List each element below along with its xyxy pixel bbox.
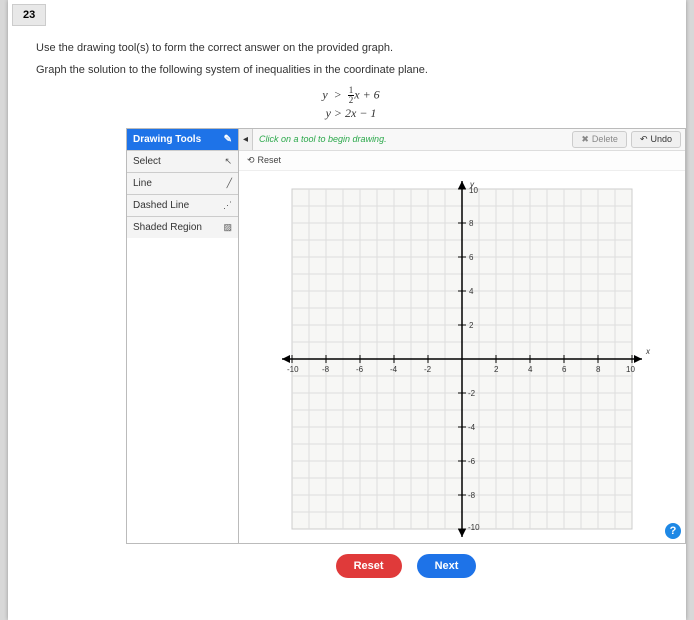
- tools-panel: Drawing Tools ✎ Select ↖ Line ╱ Dashed L…: [126, 128, 238, 544]
- line-icon: ╱: [227, 178, 232, 189]
- collapse-toggle[interactable]: ◂: [239, 129, 253, 150]
- tool-shaded-region[interactable]: Shaded Region ▨: [127, 216, 238, 238]
- reset-tool-button[interactable]: ⟲ Reset: [241, 153, 287, 168]
- reset-button[interactable]: Reset: [336, 554, 402, 578]
- undo-icon: ↶: [640, 134, 648, 145]
- svg-text:4: 4: [469, 287, 474, 296]
- tool-select[interactable]: Select ↖: [127, 150, 238, 172]
- svg-text:-8: -8: [322, 365, 330, 374]
- delete-button[interactable]: ✖ Delete: [572, 131, 627, 148]
- svg-text:2: 2: [494, 365, 499, 374]
- svg-text:6: 6: [469, 253, 474, 262]
- workspace: Drawing Tools ✎ Select ↖ Line ╱ Dashed L…: [126, 128, 686, 578]
- svg-text:-10: -10: [287, 365, 299, 374]
- instruction-1: Use the drawing tool(s) to form the corr…: [36, 42, 666, 54]
- svg-text:6: 6: [562, 365, 567, 374]
- pencil-icon: ✎: [224, 134, 232, 145]
- reset-icon: ⟲: [247, 155, 255, 166]
- select-icon: ↖: [224, 156, 232, 167]
- tool-line[interactable]: Line ╱: [127, 172, 238, 194]
- undo-button[interactable]: ↶ Undo: [631, 131, 681, 148]
- dashed-line-icon: ⋰: [223, 200, 232, 211]
- help-button[interactable]: ?: [665, 523, 681, 539]
- svg-text:2: 2: [469, 321, 474, 330]
- tools-header: Drawing Tools ✎: [127, 129, 238, 150]
- canvas-tip: Click on a tool to begin drawing.: [253, 134, 572, 144]
- svg-text:8: 8: [469, 219, 474, 228]
- x-axis-label: x: [645, 347, 651, 356]
- svg-text:8: 8: [596, 365, 601, 374]
- next-button[interactable]: Next: [417, 554, 477, 578]
- svg-text:-6: -6: [356, 365, 364, 374]
- svg-text:-4: -4: [390, 365, 398, 374]
- equation-1: y > 12x + 6: [36, 86, 666, 105]
- shaded-region-icon: ▨: [223, 222, 232, 233]
- equations-block: y > 12x + 6 y > 2x − 1: [36, 86, 666, 122]
- instruction-2: Graph the solution to the following syst…: [36, 64, 666, 76]
- coordinate-grid[interactable]: -10-8-6-4-2 246810 108642 -2-4-6-8-10 x …: [262, 179, 662, 539]
- svg-text:10: 10: [626, 365, 635, 374]
- tool-dashed-line[interactable]: Dashed Line ⋰: [127, 194, 238, 216]
- delete-icon: ✖: [581, 134, 589, 145]
- svg-text:-6: -6: [468, 457, 476, 466]
- svg-text:-2: -2: [424, 365, 432, 374]
- svg-text:-4: -4: [468, 423, 476, 432]
- svg-text:-8: -8: [468, 491, 476, 500]
- svg-text:-2: -2: [468, 389, 476, 398]
- equation-2: y > 2x − 1: [36, 105, 666, 122]
- svg-text:4: 4: [528, 365, 533, 374]
- svg-text:-10: -10: [468, 523, 480, 532]
- canvas-panel: ◂ Click on a tool to begin drawing. ✖ De…: [238, 128, 686, 544]
- question-number: 23: [12, 4, 46, 26]
